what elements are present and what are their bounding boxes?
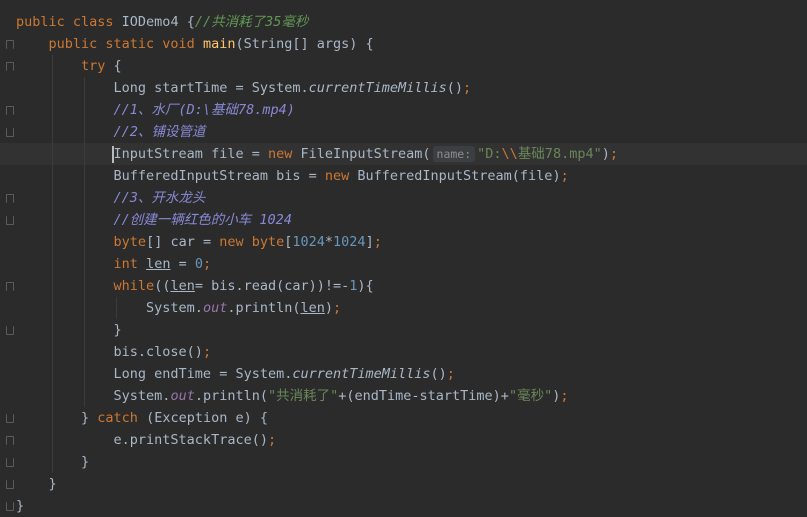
code-line-18[interactable]: System.out.println("共消耗了"+(endTime-start… [16,385,569,407]
parameter-hint: name: [432,146,476,162]
code-line-14[interactable]: System.out.println(len); [16,297,341,319]
code-line-16[interactable]: bis.close(); [16,341,212,363]
code-line-3[interactable]: try { [16,55,122,77]
fold-marker-icon[interactable] [6,216,14,225]
fold-marker-icon[interactable] [6,326,14,335]
code-line-8[interactable]: BufferedInputStream bis = new BufferedIn… [16,165,569,187]
code-line-10[interactable]: //创建一辆红色的小车 1024 [16,209,292,231]
text-caret [112,146,114,163]
fold-marker-icon[interactable] [6,62,14,71]
code-line-6-comment: //2、铺设管道 [113,124,206,140]
code-line-19[interactable]: } catch (Exception e) { [16,407,268,429]
code-line-1-comment: //共消耗了35毫秒 [194,14,309,30]
code-line-9[interactable]: //3、开水龙头 [16,187,206,209]
code-line-7[interactable]: InputStream file = new FileInputStream(n… [16,143,618,165]
code-line-2[interactable]: public static void main(String[] args) { [16,33,374,55]
fold-marker-icon[interactable] [6,414,14,423]
code-line-12[interactable]: int len = 0; [16,253,212,275]
fold-marker-icon[interactable] [6,436,14,445]
code-editor[interactable]: public class IODemo4 {//共消耗了35毫秒 public … [0,0,807,516]
code-line-5[interactable]: //1、水厂(D:\基础78.mp4) [16,99,295,121]
code-line-9-comment: //3、开水龙头 [113,190,206,206]
code-line-10-comment: //创建一辆红色的小车 1024 [113,212,292,228]
code-line-17[interactable]: Long endTime = System.currentTimeMillis(… [16,363,455,385]
fold-marker-icon[interactable] [6,106,14,115]
fold-marker-icon[interactable] [6,128,14,137]
code-line-6[interactable]: //2、铺设管道 [16,121,206,143]
code-line-1[interactable]: public class IODemo4 {//共消耗了35毫秒 [16,11,308,33]
code-line-5-comment: //1、水厂(D:\基础78.mp4) [113,102,295,118]
fold-marker-icon[interactable] [6,40,14,49]
code-line-20[interactable]: e.printStackTrace(); [16,429,277,451]
code-line-15[interactable]: } [16,319,122,341]
code-line-21[interactable]: } [16,451,89,473]
fold-marker-icon[interactable] [6,502,14,511]
code-line-4[interactable]: Long startTime = System.currentTimeMilli… [16,77,472,99]
fold-marker-icon[interactable] [6,480,14,489]
code-line-11[interactable]: byte[] car = new byte[1024*1024]; [16,231,382,253]
fold-marker-icon[interactable] [6,458,14,467]
code-line-22[interactable]: } [16,473,57,495]
fold-marker-icon[interactable] [6,194,14,203]
fold-marker-icon[interactable] [6,282,14,291]
code-line-23[interactable]: } [16,495,24,517]
code-line-13[interactable]: while((len= bis.read(car))!=-1){ [16,275,374,297]
